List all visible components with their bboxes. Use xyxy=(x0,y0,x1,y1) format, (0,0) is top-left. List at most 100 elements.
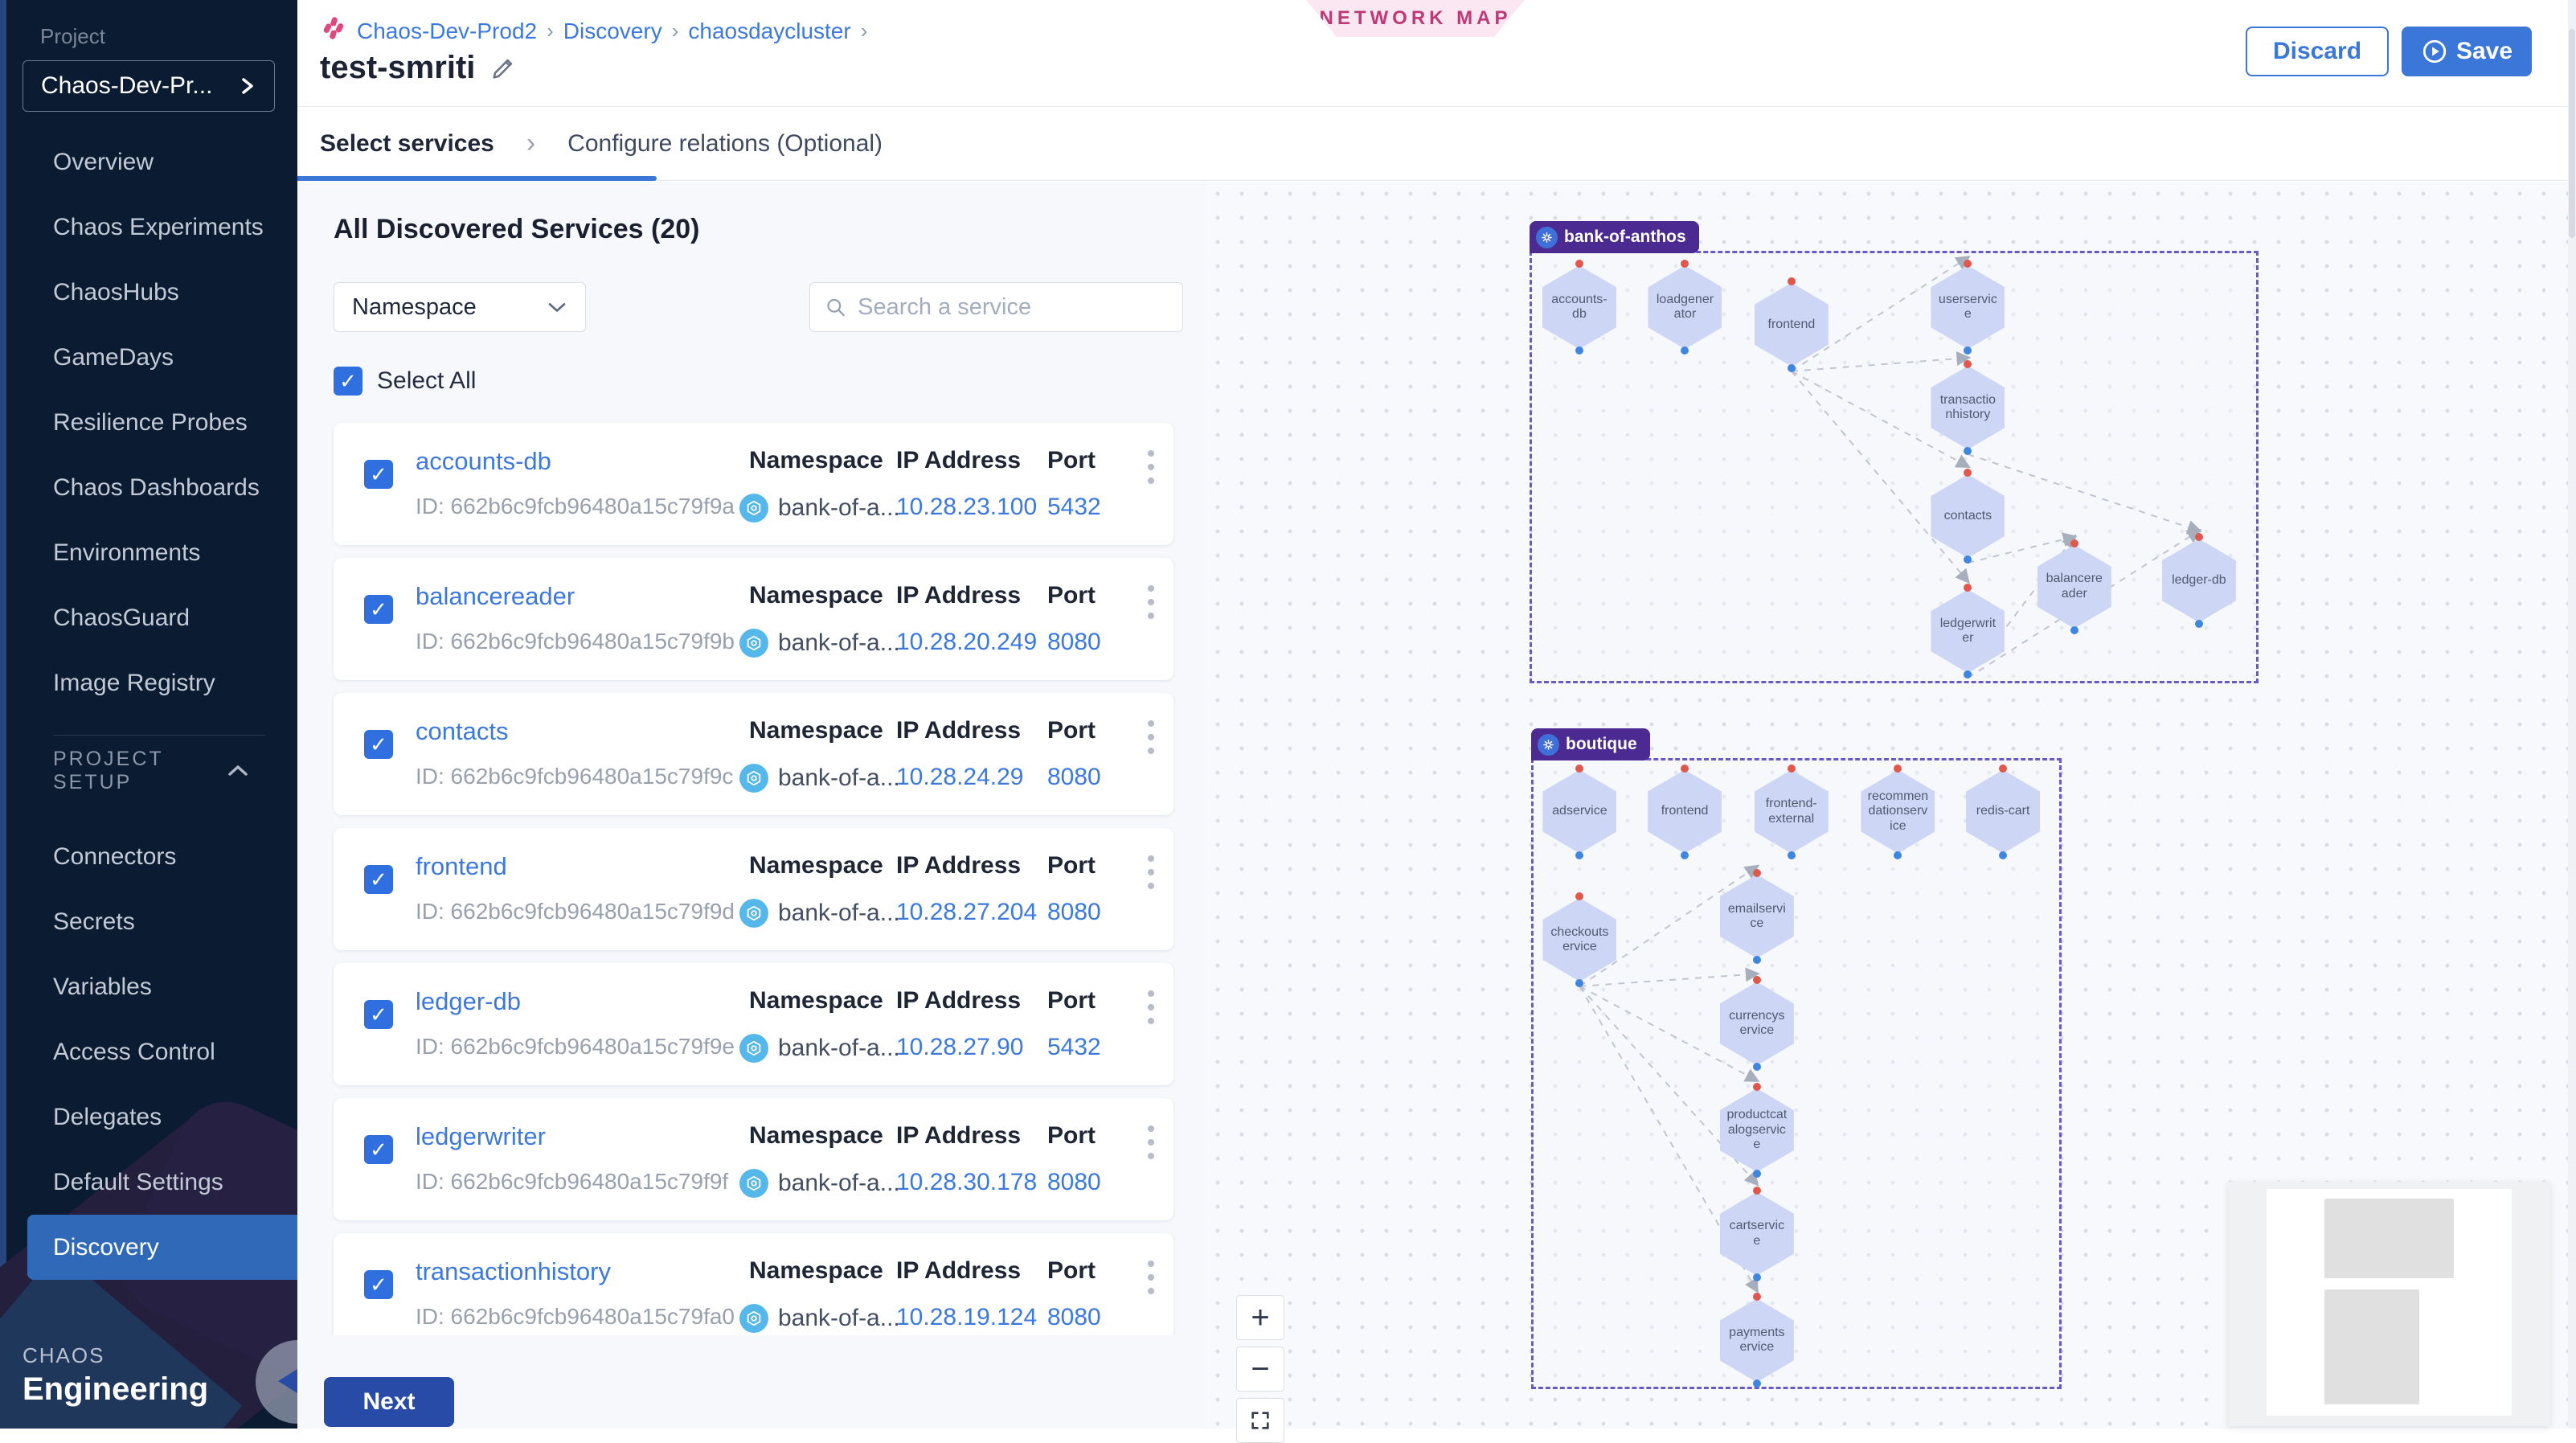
service-name-link[interactable]: ledgerwriter xyxy=(416,1122,546,1151)
hexagon-shape[interactable]: recommendationservice xyxy=(1861,770,1935,854)
hexagon-shape[interactable]: emailservice xyxy=(1720,875,1794,958)
map-node-recommendationservice[interactable]: recommendationservice xyxy=(1861,770,1935,854)
hexagon-shape[interactable]: redis-cart xyxy=(1966,770,2040,854)
service-name-link[interactable]: frontend xyxy=(416,852,507,881)
save-button[interactable]: Save xyxy=(2402,27,2532,76)
kebab-menu-icon[interactable] xyxy=(1135,1125,1167,1159)
hexagon-shape[interactable]: balancereader xyxy=(2037,545,2111,629)
service-checkbox[interactable]: ✓ xyxy=(364,460,393,489)
hexagon-shape[interactable]: accounts-db xyxy=(1542,265,1616,349)
service-name-link[interactable]: transactionhistory xyxy=(416,1257,611,1286)
sidebar-item-delegates[interactable]: Delegates xyxy=(0,1084,297,1150)
next-button[interactable]: Next xyxy=(324,1377,454,1427)
kebab-menu-icon[interactable] xyxy=(1135,450,1167,484)
service-checkbox[interactable]: ✓ xyxy=(364,595,393,624)
map-node-frontend[interactable]: frontend xyxy=(1755,283,1829,367)
map-node-currencyservice[interactable]: currencyservice xyxy=(1720,982,1794,1065)
port-value[interactable]: 8080 xyxy=(1047,1304,1101,1331)
hexagon-shape[interactable]: loadgenerator xyxy=(1648,265,1722,349)
hexagon-shape[interactable]: ledgerwriter xyxy=(1931,589,2005,673)
sidebar-item-chaos-experiments[interactable]: Chaos Experiments xyxy=(0,195,297,260)
namespace-filter-dropdown[interactable]: Namespace xyxy=(334,282,586,332)
page-scrollbar[interactable] xyxy=(2568,0,2576,1429)
port-value[interactable]: 8080 xyxy=(1047,764,1101,791)
kebab-menu-icon[interactable] xyxy=(1135,1261,1167,1294)
service-checkbox[interactable]: ✓ xyxy=(364,1270,393,1299)
map-node-cartservice[interactable]: cartservice xyxy=(1720,1192,1794,1276)
hexagon-shape[interactable]: adservice xyxy=(1542,770,1616,854)
service-name-link[interactable]: balancereader xyxy=(416,582,575,611)
project-setup-header[interactable]: PROJECT SETUP xyxy=(0,736,297,806)
hexagon-shape[interactable]: currencyservice xyxy=(1720,982,1794,1065)
port-value[interactable]: 8080 xyxy=(1047,629,1101,656)
map-node-frontend[interactable]: frontend xyxy=(1648,770,1722,854)
service-checkbox[interactable]: ✓ xyxy=(364,1000,393,1029)
map-node-loadgenerator[interactable]: loadgenerator xyxy=(1648,265,1722,349)
hexagon-shape[interactable]: contacts xyxy=(1931,474,2005,558)
port-value[interactable]: 8080 xyxy=(1047,899,1101,926)
map-node-transactionhistory[interactable]: transactionhistory xyxy=(1931,366,2005,449)
select-all-checkbox[interactable]: ✓ xyxy=(334,367,362,396)
tab-select-services[interactable]: Select services xyxy=(320,130,494,158)
kebab-menu-icon[interactable] xyxy=(1135,990,1167,1024)
project-selector[interactable]: Chaos-Dev-Pr... xyxy=(23,60,275,112)
sidebar-item-environments[interactable]: Environments xyxy=(0,520,297,585)
discard-button[interactable]: Discard xyxy=(2246,27,2389,76)
search-input[interactable] xyxy=(858,294,1168,321)
map-node-paymentservice[interactable]: paymentservice xyxy=(1720,1298,1794,1382)
map-node-userservice[interactable]: userservice xyxy=(1931,265,2005,349)
scrollbar-thumb[interactable] xyxy=(2569,29,2575,238)
sidebar-item-chaoshubs[interactable]: ChaosHubs xyxy=(0,260,297,325)
sidebar-item-connectors[interactable]: Connectors xyxy=(0,824,297,889)
sidebar-item-access-control[interactable]: Access Control xyxy=(0,1019,297,1084)
breadcrumb-link-chaos-dev-prod2[interactable]: Chaos-Dev-Prod2 xyxy=(357,18,537,44)
port-value[interactable]: 8080 xyxy=(1047,1169,1101,1196)
map-node-checkoutservice[interactable]: checkoutservice xyxy=(1542,898,1616,982)
sidebar-item-discovery[interactable]: Discovery xyxy=(27,1215,297,1280)
sidebar-item-image-registry[interactable]: Image Registry xyxy=(0,650,297,715)
service-checkbox[interactable]: ✓ xyxy=(364,1135,393,1164)
service-name-link[interactable]: ledger-db xyxy=(416,987,521,1016)
ip-address-value[interactable]: 10.28.30.178 xyxy=(896,1169,1037,1196)
ip-address-value[interactable]: 10.28.24.29 xyxy=(896,764,1023,791)
sidebar-item-overview[interactable]: Overview xyxy=(0,129,297,195)
hexagon-shape[interactable]: frontend-external xyxy=(1755,770,1829,854)
sidebar-item-default-settings[interactable]: Default Settings xyxy=(0,1150,297,1215)
cluster-badge-bank-of-anthos[interactable]: bank-of-anthos xyxy=(1530,221,1699,253)
map-node-contacts[interactable]: contacts xyxy=(1931,474,2005,558)
hexagon-shape[interactable]: productcatalogservice xyxy=(1720,1088,1794,1172)
hexagon-shape[interactable]: ledger-db xyxy=(2162,539,2236,622)
service-name-link[interactable]: contacts xyxy=(416,717,508,746)
kebab-menu-icon[interactable] xyxy=(1135,855,1167,889)
hexagon-shape[interactable]: transactionhistory xyxy=(1931,366,2005,449)
zoom-out-button[interactable]: − xyxy=(1236,1347,1284,1392)
sidebar-item-chaosguard[interactable]: ChaosGuard xyxy=(0,585,297,650)
map-node-adservice[interactable]: adservice xyxy=(1542,770,1616,854)
port-value[interactable]: 5432 xyxy=(1047,494,1101,521)
breadcrumb-link-chaosdaycluster[interactable]: chaosdaycluster xyxy=(688,18,850,44)
fullscreen-button[interactable] xyxy=(1236,1398,1284,1443)
hexagon-shape[interactable]: checkoutservice xyxy=(1542,898,1616,982)
hexagon-shape[interactable]: frontend xyxy=(1755,283,1829,367)
map-node-frontend-external[interactable]: frontend-external xyxy=(1755,770,1829,854)
map-node-balancereader[interactable]: balancereader xyxy=(2037,545,2111,629)
hexagon-shape[interactable]: cartservice xyxy=(1720,1192,1794,1276)
kebab-menu-icon[interactable] xyxy=(1135,720,1167,754)
tab-configure-relations-optional[interactable]: Configure relations (Optional) xyxy=(567,130,883,158)
ip-address-value[interactable]: 10.28.23.100 xyxy=(896,494,1037,521)
ip-address-value[interactable]: 10.28.19.124 xyxy=(896,1304,1037,1331)
service-checkbox[interactable]: ✓ xyxy=(364,730,393,759)
kebab-menu-icon[interactable] xyxy=(1135,585,1167,619)
service-name-link[interactable]: accounts-db xyxy=(416,447,551,476)
port-value[interactable]: 5432 xyxy=(1047,1034,1101,1061)
cluster-badge-boutique[interactable]: boutique xyxy=(1531,728,1650,760)
service-checkbox[interactable]: ✓ xyxy=(364,865,393,894)
map-node-productcatalogservice[interactable]: productcatalogservice xyxy=(1720,1088,1794,1172)
sidebar-item-variables[interactable]: Variables xyxy=(0,954,297,1019)
map-minimap[interactable] xyxy=(2228,1182,2550,1426)
sidebar-item-chaos-dashboards[interactable]: Chaos Dashboards xyxy=(0,455,297,520)
zoom-in-button[interactable]: + xyxy=(1236,1295,1284,1340)
hexagon-shape[interactable]: frontend xyxy=(1648,770,1722,854)
map-node-redis-cart[interactable]: redis-cart xyxy=(1966,770,2040,854)
hexagon-shape[interactable]: userservice xyxy=(1931,265,2005,349)
